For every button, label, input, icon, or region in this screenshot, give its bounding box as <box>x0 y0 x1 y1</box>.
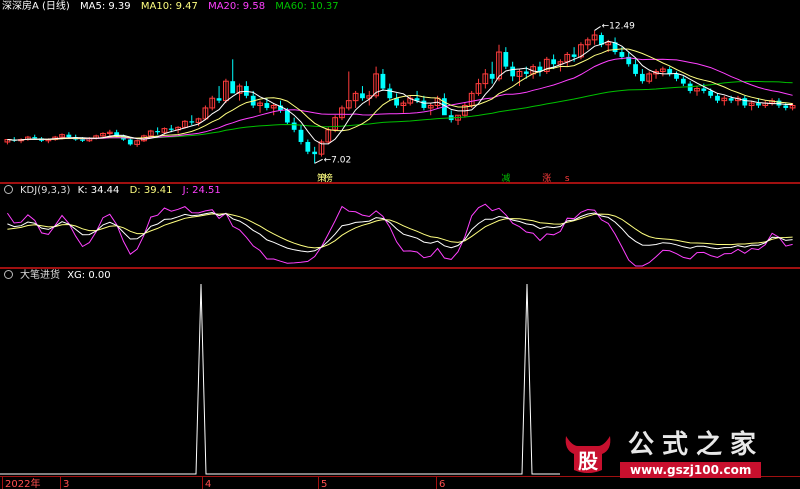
candle-body-down <box>80 139 85 141</box>
kdj-j-value: J: 24.51 <box>182 185 221 196</box>
candle-body-down <box>312 151 318 155</box>
logo-glyph: 股 <box>578 449 598 473</box>
candle-body-down <box>715 95 720 101</box>
xg-value: XG: 0.00 <box>67 270 111 281</box>
ma60-value: MA60: 10.37 <box>275 1 339 12</box>
xg-panel-header: 大笔进货 XG: 0.00 <box>0 269 118 283</box>
candle-body-down <box>421 100 427 108</box>
candle-body-down <box>701 88 707 91</box>
candle-body-down <box>127 139 133 145</box>
candle-body-down <box>633 64 638 74</box>
xg-line <box>0 283 560 475</box>
candle-body-down <box>387 88 393 99</box>
candle-body-down <box>523 71 529 74</box>
event-label: 榜 <box>324 172 333 184</box>
bull-logo-icon: 股 <box>565 436 611 473</box>
candle-body-down <box>551 59 557 65</box>
low-price-label: ←7.02 <box>324 155 352 165</box>
kdj-k-value: K: 34.44 <box>77 185 120 196</box>
ma20-value: MA20: 9.58 <box>208 1 266 12</box>
ma60-line <box>7 80 793 141</box>
candle-body-down <box>230 81 236 94</box>
event-label: s <box>565 174 570 184</box>
ma10-value: MA10: 9.47 <box>140 1 198 12</box>
candle-body-down <box>639 73 645 82</box>
candle-body-down <box>189 121 195 123</box>
low-annotation-leader <box>314 158 323 164</box>
xg-title: 大笔进货 <box>20 270 60 281</box>
candle-body-down <box>708 90 714 96</box>
ma10-line <box>7 48 793 141</box>
event-label: 减 <box>501 172 510 184</box>
x-tick-label: 6 <box>439 479 445 489</box>
gear-icon[interactable] <box>4 185 13 194</box>
x-tick-label: 5 <box>321 479 327 489</box>
candle-body-down <box>742 98 748 106</box>
candle-body-down <box>284 110 290 123</box>
candle-body-down <box>619 52 625 57</box>
kdj-d-value: D: 39.41 <box>129 185 173 196</box>
candle-body-down <box>66 134 72 138</box>
chart-canvas[interactable]: ←7.02←12.49策榜减涨 s2022年 3 4 5 6 <box>0 0 800 489</box>
candle-body-down <box>298 129 304 142</box>
candle-body-down <box>756 103 761 106</box>
x-tick-label: 3 <box>63 479 69 489</box>
candle-body-down <box>510 66 516 77</box>
candle-body-down <box>667 69 673 74</box>
watermark-url: www.gszj100.com <box>620 462 762 478</box>
watermark-title: 公式之家 <box>628 430 765 460</box>
kdj-d-line <box>7 213 793 249</box>
ma20-line <box>7 57 793 141</box>
ma5-value: MA5: 9.39 <box>80 1 131 12</box>
main-panel-header: 深深房A (日线) MA5: 9.39 MA10: 9.47 MA20: 9.5… <box>0 0 346 14</box>
candle-body-down <box>168 128 174 130</box>
x-tick-label: 4 <box>205 479 211 489</box>
high-price-label: ←12.49 <box>602 21 636 31</box>
kdj-j-line <box>6 203 793 267</box>
candle-body-down <box>360 93 365 99</box>
stock-title: 深深房A (日线) <box>2 1 70 12</box>
candle-body-down <box>305 141 311 152</box>
high-annotation-leader <box>594 25 601 31</box>
candle-body-down <box>380 73 386 89</box>
ma5-line <box>7 40 793 145</box>
candle-body-down <box>503 52 509 67</box>
gear-icon[interactable] <box>4 270 13 279</box>
candle-body-down <box>728 98 734 101</box>
candle-body-down <box>571 54 577 57</box>
candle-body-down <box>680 78 686 84</box>
candle-body-down <box>32 137 38 139</box>
event-label: 涨 <box>542 173 551 184</box>
candle-body-down <box>674 73 679 79</box>
candle-body-down <box>783 105 789 108</box>
candle-body-down <box>489 73 495 79</box>
watermark: 股 公式之家 www.gszj100.com <box>558 430 800 482</box>
candle-body-down <box>264 103 270 108</box>
candle-body-down <box>687 83 693 91</box>
candle-body-down <box>291 122 297 130</box>
x-tick-label: 2022年 <box>5 477 40 489</box>
kdj-panel-header: KDJ(9,3,3) K: 34.44 D: 39.41 J: 24.51 <box>0 184 228 198</box>
kdj-title: KDJ(9,3,3) <box>20 185 71 196</box>
candle-body-down <box>216 98 222 101</box>
candle-body-down <box>394 98 399 106</box>
candle-body-down <box>155 131 161 133</box>
